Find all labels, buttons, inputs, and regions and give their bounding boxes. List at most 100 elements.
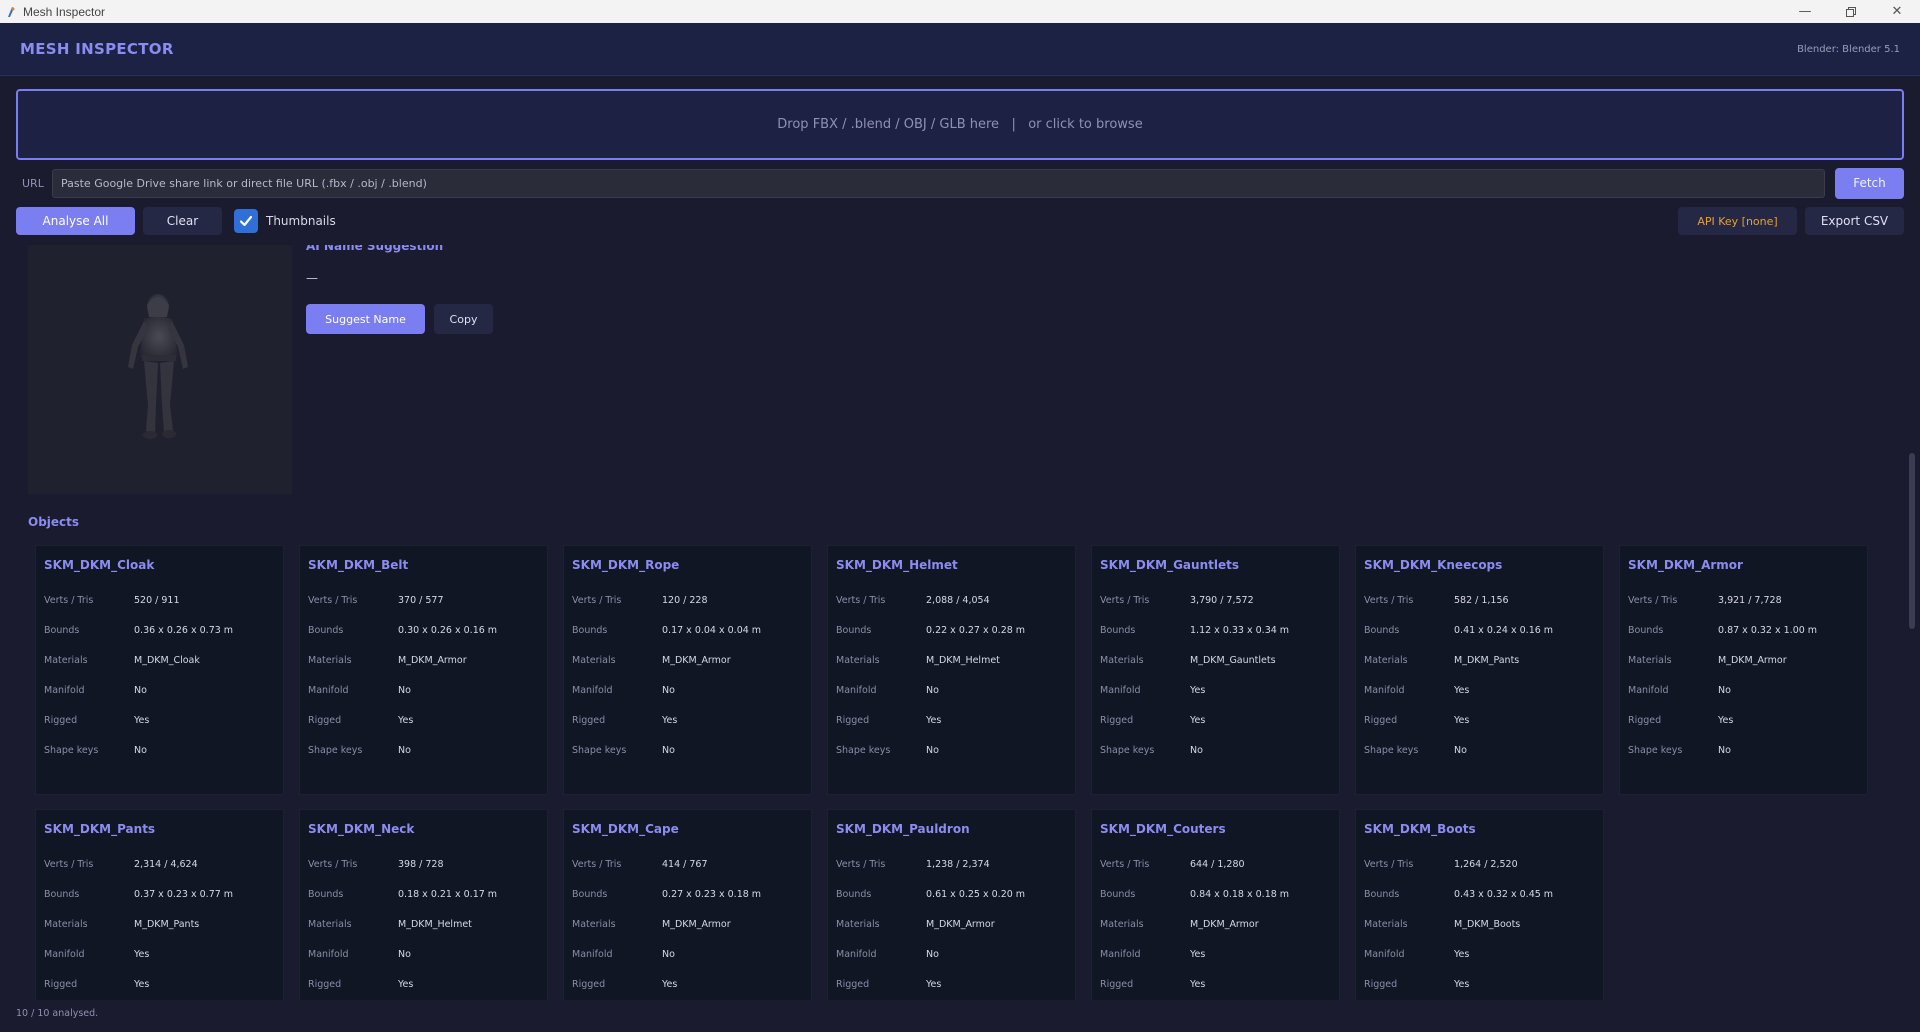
object-card[interactable]: SKM_DKM_Rope Verts / Tris 120 / 228 Bounds 0… bbox=[563, 545, 812, 795]
export-csv-button[interactable]: Export CSV bbox=[1805, 207, 1904, 235]
scrollbar-thumb[interactable] bbox=[1909, 453, 1915, 629]
field-value: Yes bbox=[1454, 714, 1470, 726]
field-label: Manifold bbox=[1100, 684, 1141, 696]
field-label: Manifold bbox=[836, 948, 877, 960]
object-field-shape-keys: Shape keys No bbox=[44, 743, 280, 757]
field-label: Shape keys bbox=[836, 744, 891, 756]
object-card[interactable]: SKM_DKM_Couters Verts / Tris 644 / 1,280 Bo… bbox=[1091, 809, 1340, 1000]
object-field-verts-tris: Verts / Tris 644 / 1,280 bbox=[1100, 857, 1336, 871]
object-field-bounds: Bounds 0.18 x 0.21 x 0.17 m bbox=[308, 887, 544, 901]
object-field-verts-tris: Verts / Tris 398 / 728 bbox=[308, 857, 544, 871]
object-field-materials: Materials M_DKM_Armor bbox=[1628, 653, 1864, 667]
field-label: Shape keys bbox=[308, 744, 363, 756]
field-value: No bbox=[662, 684, 675, 696]
object-field-shape-keys: Shape keys No bbox=[1628, 743, 1864, 757]
object-card[interactable]: SKM_DKM_Armor Verts / Tris 3,921 / 7,728 Bo… bbox=[1619, 545, 1868, 795]
field-value: 1.12 x 0.33 x 0.34 m bbox=[1190, 624, 1290, 636]
field-label: Rigged bbox=[1100, 714, 1134, 726]
field-value: M_DKM_Armor bbox=[662, 918, 731, 930]
clear-button[interactable]: Clear bbox=[143, 207, 222, 235]
field-label: Rigged bbox=[836, 714, 870, 726]
field-value: No bbox=[1190, 744, 1203, 756]
thumbnails-checkbox[interactable] bbox=[234, 209, 258, 233]
object-card[interactable]: SKM_DKM_Pants Verts / Tris 2,314 / 4,624 Bo… bbox=[35, 809, 284, 1000]
fetch-button[interactable]: Fetch bbox=[1835, 167, 1904, 199]
object-card[interactable]: SKM_DKM_Kneecops Verts / Tris 582 / 1,156 B… bbox=[1355, 545, 1604, 795]
field-label: Verts / Tris bbox=[836, 594, 886, 606]
field-label: Shape keys bbox=[572, 744, 627, 756]
close-icon[interactable]: ✕ bbox=[1874, 0, 1920, 23]
object-card[interactable]: SKM_DKM_Boots Verts / Tris 1,264 / 2,520 Bo… bbox=[1355, 809, 1604, 1000]
field-value: No bbox=[926, 684, 939, 696]
field-value: Yes bbox=[1190, 978, 1206, 990]
field-label: Manifold bbox=[1628, 684, 1669, 696]
field-value: No bbox=[926, 948, 939, 960]
field-value: Yes bbox=[1454, 978, 1470, 990]
minimize-icon[interactable]: — bbox=[1782, 0, 1828, 23]
object-card[interactable]: SKM_DKM_Pauldron Verts / Tris 1,238 / 2,37… bbox=[827, 809, 1076, 1000]
status-text: 10 / 10 analysed. bbox=[16, 1008, 99, 1019]
field-label: Materials bbox=[1364, 654, 1408, 666]
field-label: Bounds bbox=[1628, 624, 1664, 636]
object-card[interactable]: SKM_DKM_Neck Verts / Tris 398 / 728 Bounds 0… bbox=[299, 809, 548, 1000]
object-field-verts-tris: Verts / Tris 120 / 228 bbox=[572, 593, 808, 607]
analyse-all-button[interactable]: Analyse All bbox=[16, 207, 135, 235]
object-card[interactable]: SKM_DKM_Cloak Verts / Tris 520 / 911 Bounds… bbox=[35, 545, 284, 795]
suggest-name-button[interactable]: Suggest Name bbox=[306, 304, 425, 334]
blender-version: Blender: Blender 5.1 bbox=[1797, 43, 1900, 55]
object-card[interactable]: SKM_DKM_Belt Verts / Tris 370 / 577 Bounds 0… bbox=[299, 545, 548, 795]
field-value: 1,238 / 2,374 bbox=[926, 858, 990, 870]
object-field-materials: Materials M_DKM_Pants bbox=[44, 917, 280, 931]
field-value: No bbox=[398, 744, 411, 756]
field-value: M_DKM_Pants bbox=[134, 918, 200, 930]
field-value: Yes bbox=[398, 714, 414, 726]
field-label: Verts / Tris bbox=[308, 594, 358, 606]
file-drop-zone[interactable]: Drop FBX / .blend / OBJ / GLB here | or … bbox=[16, 89, 1904, 160]
object-field-materials: Materials M_DKM_Armor bbox=[572, 917, 808, 931]
field-value: Yes bbox=[134, 714, 150, 726]
object-card[interactable]: SKM_DKM_Gauntlets Verts / Tris 3,790 / 7,5… bbox=[1091, 545, 1340, 795]
object-field-manifold: Manifold No bbox=[572, 683, 808, 697]
thumbnails-toggle[interactable]: Thumbnails bbox=[234, 209, 336, 233]
field-value: Yes bbox=[662, 714, 678, 726]
object-field-shape-keys: Shape keys No bbox=[572, 743, 808, 757]
field-value: M_DKM_Boots bbox=[1454, 918, 1521, 930]
field-label: Materials bbox=[1364, 918, 1408, 930]
url-input[interactable]: Paste Google Drive share link or direct … bbox=[52, 168, 1825, 198]
object-card[interactable]: SKM_DKM_Cape Verts / Tris 414 / 767 Bounds 0… bbox=[563, 809, 812, 1000]
object-name: SKM_DKM_Pauldron bbox=[836, 822, 970, 836]
object-field-manifold: Manifold Yes bbox=[44, 947, 280, 961]
restore-icon[interactable] bbox=[1828, 0, 1874, 23]
field-value: 3,790 / 7,572 bbox=[1190, 594, 1254, 606]
object-field-bounds: Bounds 0.17 x 0.04 x 0.04 m bbox=[572, 623, 808, 637]
field-value: 0.27 x 0.23 x 0.18 m bbox=[662, 888, 762, 900]
object-card[interactable]: SKM_DKM_Helmet Verts / Tris 2,088 / 4,054 B… bbox=[827, 545, 1076, 795]
vertical-scrollbar[interactable] bbox=[1904, 245, 1920, 1000]
field-value: Yes bbox=[134, 948, 150, 960]
field-label: Verts / Tris bbox=[572, 858, 622, 870]
field-label: Rigged bbox=[1100, 978, 1134, 990]
copy-button[interactable]: Copy bbox=[434, 304, 493, 334]
field-label: Bounds bbox=[836, 888, 872, 900]
field-value: M_DKM_Gauntlets bbox=[1190, 654, 1276, 666]
object-field-bounds: Bounds 0.30 x 0.26 x 0.16 m bbox=[308, 623, 544, 637]
field-label: Materials bbox=[1100, 918, 1144, 930]
field-label: Rigged bbox=[44, 714, 78, 726]
thumbnails-label: Thumbnails bbox=[266, 214, 336, 228]
url-row: URL Paste Google Drive share link or dir… bbox=[16, 167, 1904, 199]
object-name: SKM_DKM_Gauntlets bbox=[1100, 558, 1239, 572]
field-label: Bounds bbox=[836, 624, 872, 636]
object-field-materials: Materials M_DKM_Gauntlets bbox=[1100, 653, 1336, 667]
field-value: Yes bbox=[926, 978, 942, 990]
api-key-button[interactable]: API Key [none] bbox=[1678, 207, 1797, 235]
field-label: Manifold bbox=[572, 684, 613, 696]
object-field-rigged: Rigged Yes bbox=[1364, 977, 1600, 991]
field-value: Yes bbox=[1190, 714, 1206, 726]
object-field-bounds: Bounds 0.36 x 0.26 x 0.73 m bbox=[44, 623, 280, 637]
results-scroll-area[interactable]: AI Name Suggestion — Suggest Name Copy O… bbox=[0, 245, 1920, 1000]
object-field-bounds: Bounds 0.61 x 0.25 x 0.20 m bbox=[836, 887, 1072, 901]
object-field-manifold: Manifold No bbox=[44, 683, 280, 697]
object-field-manifold: Manifold Yes bbox=[1100, 683, 1336, 697]
object-field-manifold: Manifold No bbox=[308, 683, 544, 697]
object-field-materials: Materials M_DKM_Pants bbox=[1364, 653, 1600, 667]
